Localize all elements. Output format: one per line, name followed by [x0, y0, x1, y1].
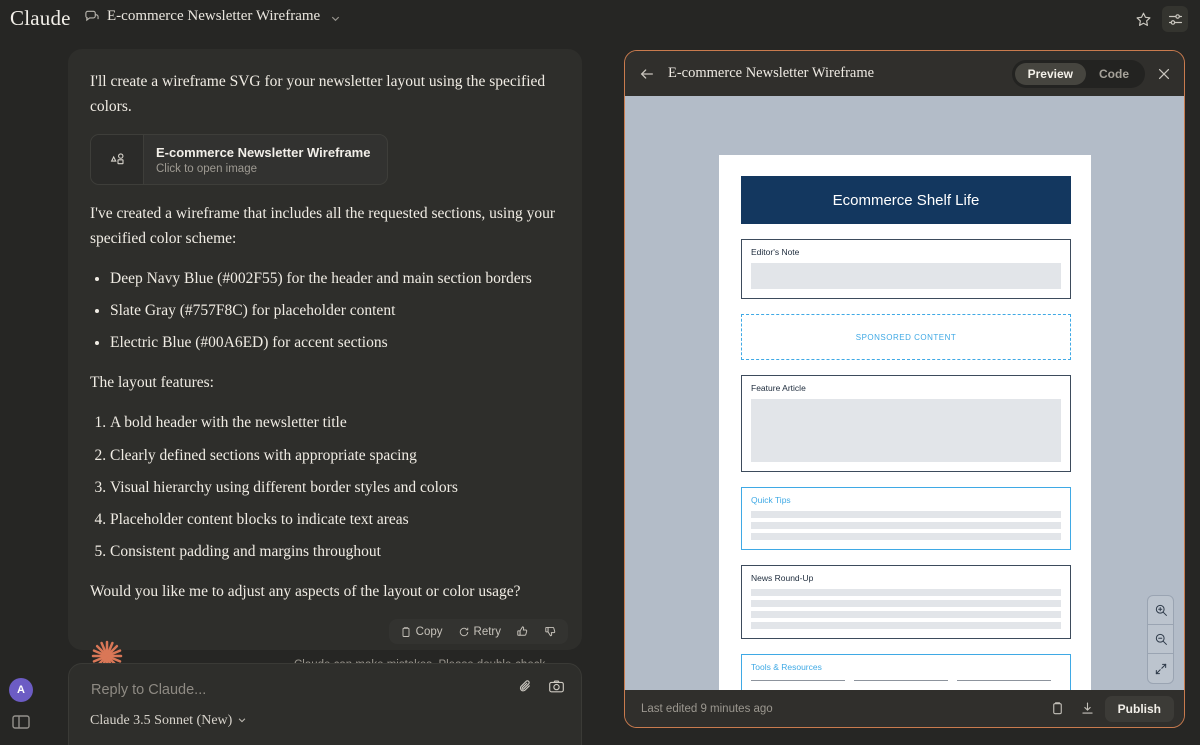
list-item: Placeholder content blocks to indicate t… — [110, 507, 560, 532]
section-label: News Round-Up — [751, 573, 814, 583]
message-action-bar: Copy Retry — [388, 619, 568, 645]
last-edited-text: Last edited 9 minutes ago — [641, 702, 773, 715]
shapes-icon — [91, 135, 144, 184]
close-icon[interactable] — [1156, 66, 1172, 82]
chat-column: I'll create a wireframe SVG for your new… — [42, 37, 597, 745]
features-intro: The layout features: — [90, 374, 214, 392]
wireframe-section-news-roundup: News Round-Up — [741, 565, 1071, 639]
preview-code-toggle: Preview Code — [1011, 59, 1145, 88]
artifact-panel: E-commerce Newsletter Wireframe Preview … — [624, 50, 1185, 728]
zoom-in-icon[interactable] — [1148, 596, 1173, 625]
message-closing: Would you like me to adjust any aspects … — [90, 582, 521, 600]
list-item: Visual hierarchy using different border … — [110, 475, 560, 500]
wireframe-section-feature-article: Feature Article — [741, 375, 1071, 472]
retry-label: Retry — [473, 625, 501, 638]
placeholder-rule — [751, 680, 845, 681]
wireframe-section-sponsored: SPONSORED CONTENT — [741, 314, 1071, 360]
artifact-card-text: E-commerce Newsletter Wireframe Click to… — [144, 135, 382, 184]
reply-input[interactable]: Reply to Claude... — [91, 682, 206, 698]
top-bar-actions — [1130, 6, 1188, 32]
artifact-title: E-commerce Newsletter Wireframe — [668, 65, 875, 81]
message-body-intro: I've created a wireframe that includes a… — [90, 204, 556, 247]
expand-icon[interactable] — [1148, 654, 1173, 683]
list-item: Slate Gray (#757F8C) for placeholder con… — [110, 298, 560, 323]
section-label: Tools & Resources — [751, 662, 822, 672]
list-item: Clearly defined sections with appropriat… — [110, 443, 560, 468]
tab-preview[interactable]: Preview — [1014, 62, 1086, 85]
wireframe-section-quick-tips: Quick Tips — [741, 487, 1071, 550]
zoom-controls — [1147, 595, 1174, 684]
wireframe-header: Ecommerce Shelf Life — [741, 176, 1071, 224]
section-label: Feature Article — [751, 383, 806, 393]
model-selector[interactable]: Claude 3.5 Sonnet (New) — [90, 712, 247, 730]
copy-button[interactable]: Copy — [394, 623, 449, 641]
thumbs-down-icon[interactable] — [538, 622, 563, 641]
avatar[interactable]: A — [9, 678, 33, 702]
wireframe: Ecommerce Shelf Life Editor's Note SPONS… — [741, 176, 1071, 692]
placeholder-bar — [751, 622, 1061, 629]
artifact-card-title: E-commerce Newsletter Wireframe — [156, 145, 371, 161]
artifact-preview-card[interactable]: E-commerce Newsletter Wireframe Click to… — [90, 134, 388, 185]
brand-logo[interactable]: Claude — [10, 6, 71, 31]
list-item: Deep Navy Blue (#002F55) for the header … — [110, 266, 560, 291]
composer: Reply to Claude... Claude 3.5 Sonnet (Ne… — [68, 663, 582, 745]
copy-label: Copy — [415, 625, 443, 638]
artifact-viewport: Ecommerce Shelf Life Editor's Note SPONS… — [625, 96, 1184, 692]
list-item: Consistent padding and margins throughou… — [110, 539, 560, 564]
paperclip-icon[interactable] — [517, 678, 534, 700]
sidebar-toggle-icon[interactable] — [12, 714, 30, 730]
placeholder-rule — [854, 680, 948, 681]
download-icon[interactable] — [1075, 696, 1101, 722]
retry-button[interactable]: Retry — [452, 623, 507, 641]
feature-numbered-list: A bold header with the newsletter title … — [110, 410, 560, 564]
top-bar: Claude E-commerce Newsletter Wireframe — [0, 0, 1200, 37]
placeholder-bar — [751, 533, 1061, 540]
arrow-left-icon[interactable] — [639, 66, 655, 82]
artifact-card-subtitle: Click to open image — [156, 162, 257, 175]
assistant-message: I'll create a wireframe SVG for your new… — [68, 49, 582, 651]
clipboard-icon[interactable] — [1045, 696, 1071, 722]
color-bullet-list: Deep Navy Blue (#002F55) for the header … — [110, 266, 560, 355]
left-rail: A — [0, 0, 42, 745]
placeholder-bar — [751, 600, 1061, 607]
conversation-title-menu[interactable]: E-commerce Newsletter Wireframe — [84, 8, 341, 25]
artifact-footer: Last edited 9 minutes ago Publish — [625, 690, 1184, 727]
model-name: Claude 3.5 Sonnet (New) — [90, 713, 233, 728]
artifact-header: E-commerce Newsletter Wireframe Preview … — [625, 51, 1184, 96]
placeholder-bar — [751, 589, 1061, 596]
section-label: SPONSORED CONTENT — [855, 332, 957, 342]
artifact-footer-actions: Publish — [1045, 695, 1174, 722]
wireframe-section-editors-note: Editor's Note — [741, 239, 1071, 299]
zoom-out-icon[interactable] — [1148, 625, 1173, 654]
composer-actions — [517, 678, 565, 700]
placeholder-bar — [751, 522, 1061, 529]
placeholder-bar — [751, 611, 1061, 618]
conversation-title: E-commerce Newsletter Wireframe — [107, 8, 321, 24]
tab-code[interactable]: Code — [1086, 63, 1142, 85]
placeholder-block — [751, 263, 1061, 289]
star-icon[interactable] — [1130, 6, 1156, 32]
placeholder-bar — [751, 511, 1061, 518]
list-item: Electric Blue (#00A6ED) for accent secti… — [110, 330, 560, 355]
chat-bubble-icon — [84, 9, 99, 24]
chevron-down-icon — [330, 11, 341, 22]
wireframe-section-tools-resources: Tools & Resources — [741, 654, 1071, 692]
placeholder-block — [751, 399, 1061, 462]
list-item: A bold header with the newsletter title — [110, 410, 560, 435]
chevron-down-icon — [237, 712, 247, 730]
section-label: Editor's Note — [751, 247, 800, 257]
section-label: Quick Tips — [751, 495, 791, 505]
message-intro: I'll create a wireframe SVG for your new… — [90, 73, 546, 116]
sliders-icon[interactable] — [1162, 6, 1188, 32]
thumbs-up-icon[interactable] — [510, 622, 535, 641]
camera-icon[interactable] — [548, 678, 565, 700]
placeholder-rule — [957, 680, 1051, 681]
wireframe-canvas: Ecommerce Shelf Life Editor's Note SPONS… — [719, 155, 1091, 692]
publish-button[interactable]: Publish — [1104, 695, 1174, 722]
